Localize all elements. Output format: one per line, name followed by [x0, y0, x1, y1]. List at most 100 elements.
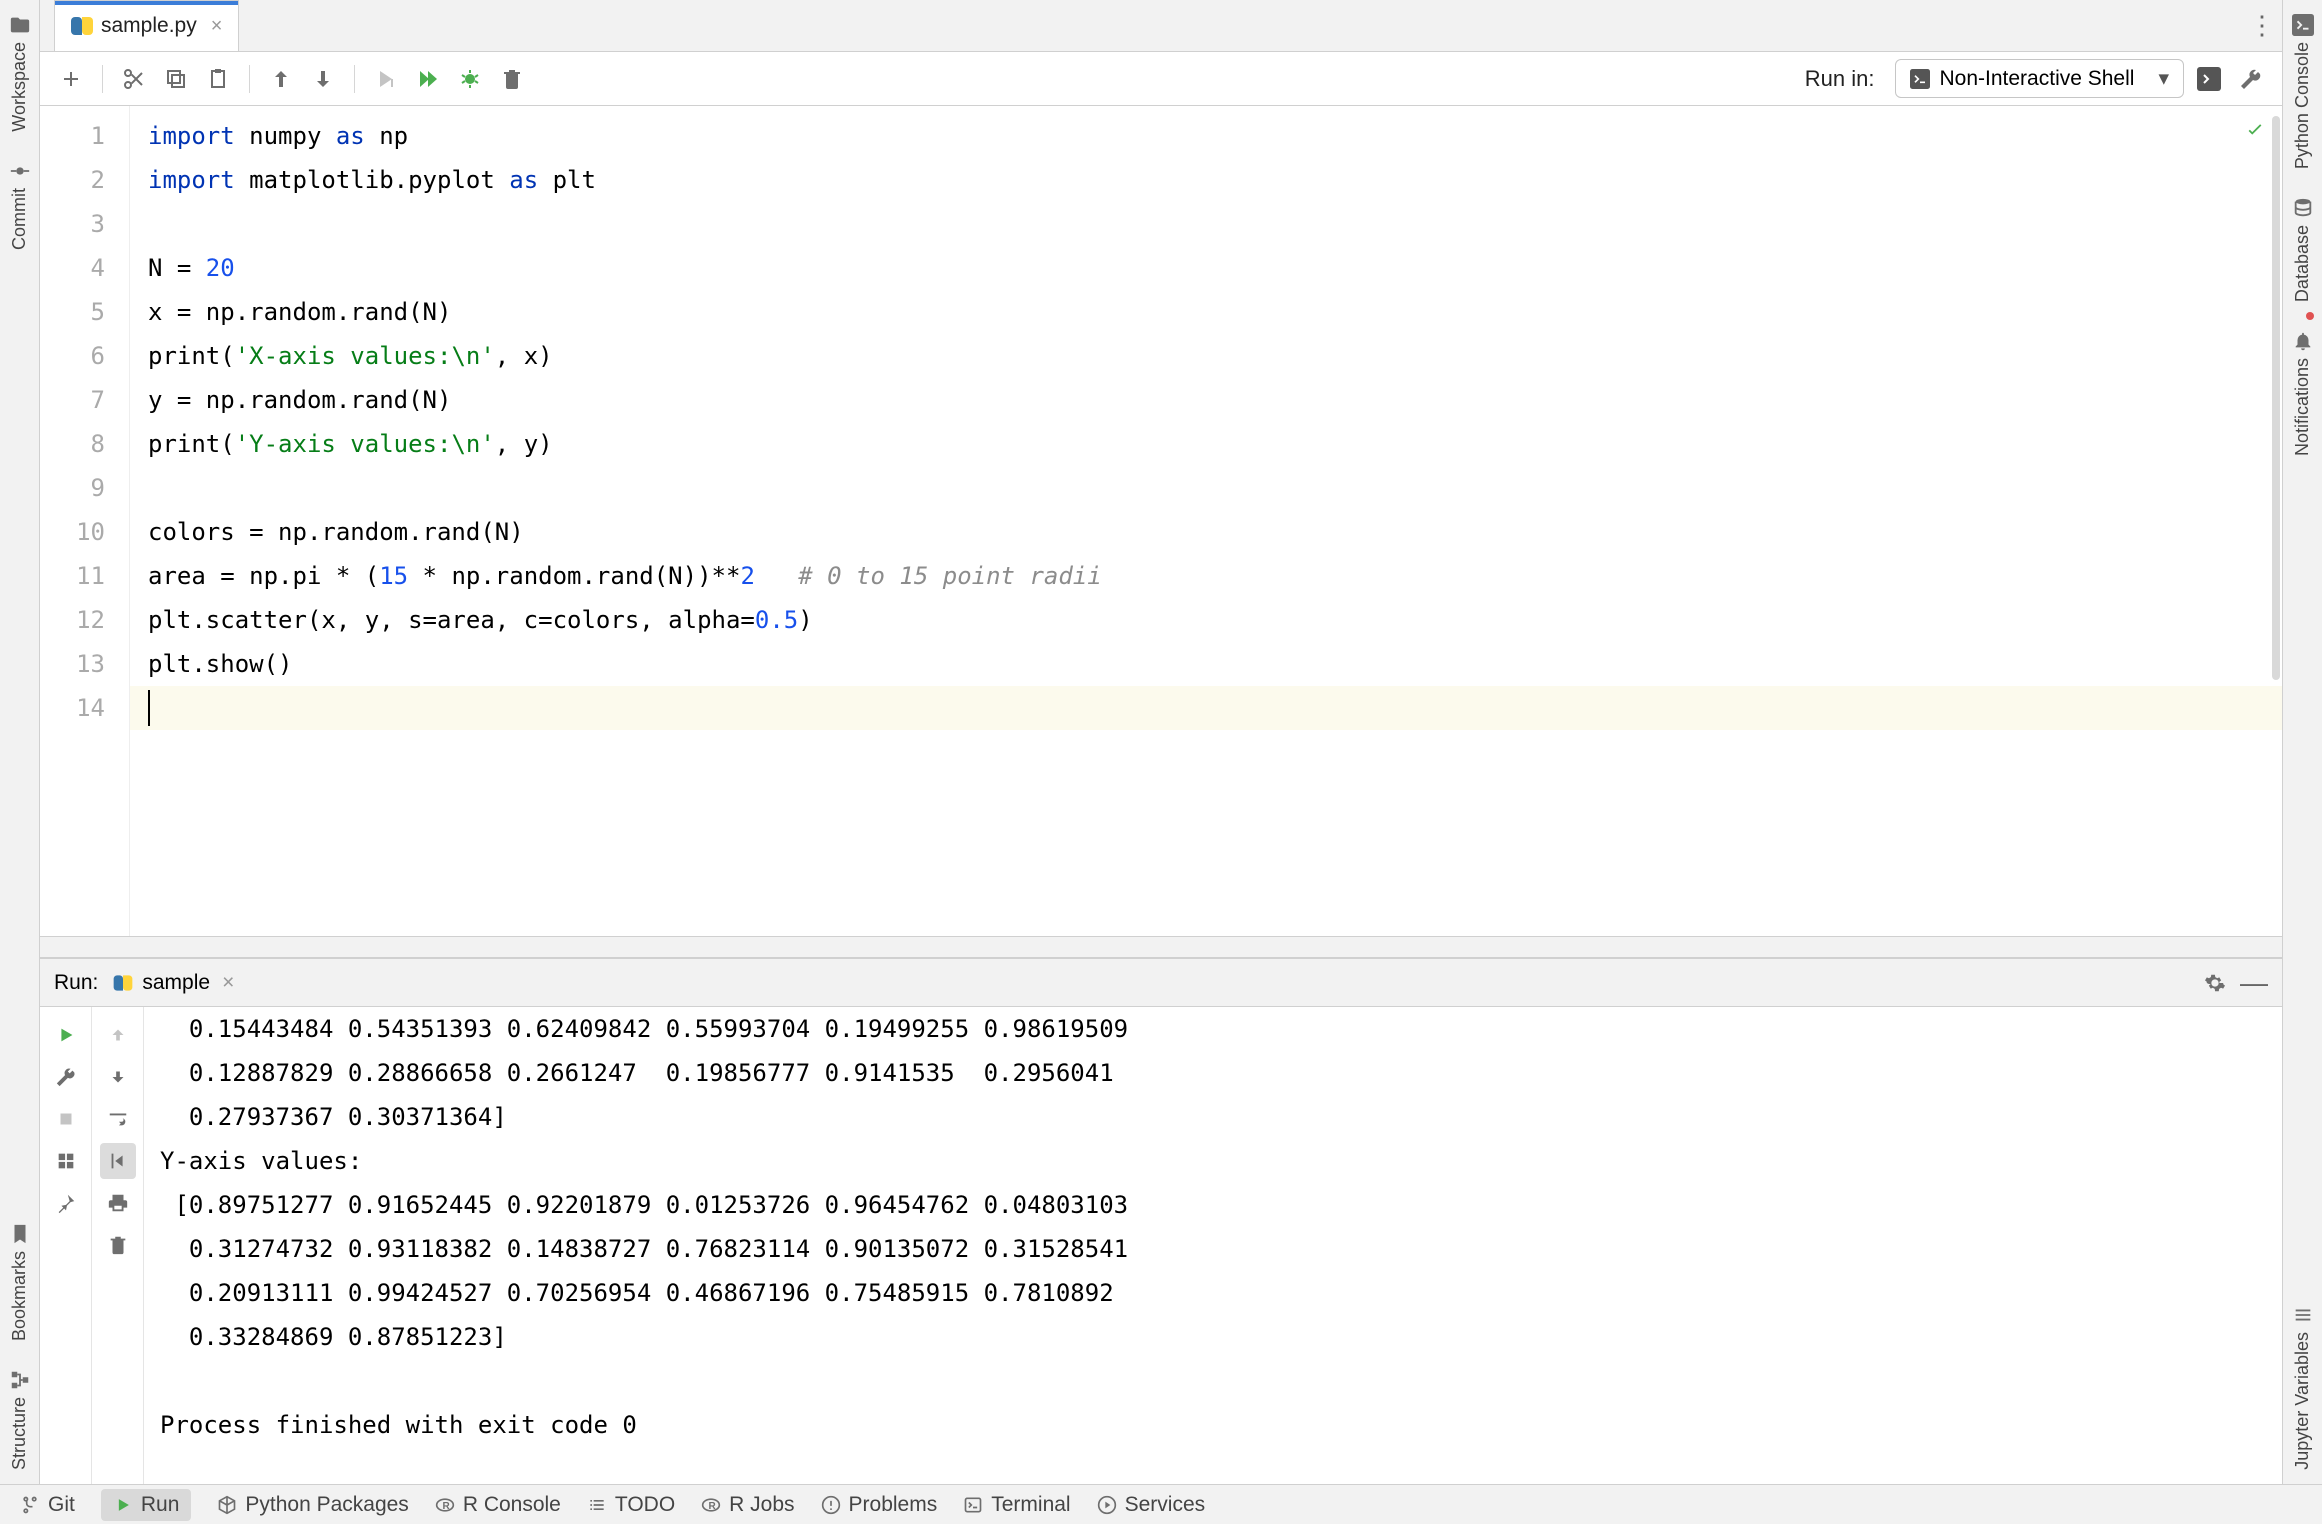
send-to-console-button[interactable] [2192, 62, 2226, 96]
minimize-run-tw-icon[interactable]: — [2240, 967, 2268, 999]
close-run-tab-icon[interactable]: × [222, 971, 234, 995]
code-area[interactable]: import numpy as np import matplotlib.pyp… [130, 106, 2282, 936]
play-circle-icon [1097, 1495, 1117, 1515]
delete-button[interactable] [495, 62, 529, 96]
run-cell-button[interactable] [369, 62, 403, 96]
console-output[interactable]: 0.15443484 0.54351393 0.62409842 0.55993… [144, 1007, 2282, 1484]
terminal-icon [963, 1495, 983, 1515]
prompt-icon [2292, 14, 2314, 36]
structure-icon [9, 1369, 31, 1391]
chevron-down-icon: ▾ [2158, 66, 2169, 91]
status-services[interactable]: Services [1097, 1493, 1206, 1517]
cut-button[interactable] [117, 62, 151, 96]
rerun-button[interactable] [48, 1017, 84, 1053]
status-bar: Git Run Python Packages R R Console TODO… [0, 1484, 2322, 1524]
bookmark-icon [9, 1223, 31, 1245]
move-down-button[interactable] [306, 62, 340, 96]
scroll-down-button[interactable] [100, 1059, 136, 1095]
notifications-label: Notifications [2292, 358, 2313, 456]
wrap-icon [107, 1108, 129, 1130]
copy-button[interactable] [159, 62, 193, 96]
wrench-icon [55, 1066, 77, 1088]
play-cursor-icon [374, 67, 398, 91]
close-tab-icon[interactable]: × [211, 15, 223, 38]
status-terminal[interactable]: Terminal [963, 1493, 1070, 1517]
database-tool[interactable]: Database [2292, 197, 2314, 302]
plus-icon [59, 67, 83, 91]
horizontal-splitter[interactable] [40, 936, 2282, 958]
layout-icon [55, 1150, 77, 1172]
arrow-down-icon [311, 67, 335, 91]
stop-icon [55, 1108, 77, 1130]
database-icon [2292, 197, 2314, 219]
editor-tab-strip: sample.py × ⋮ [40, 0, 2282, 52]
status-python-packages[interactable]: Python Packages [217, 1493, 408, 1517]
arrow-down-icon [107, 1066, 129, 1088]
status-problems[interactable]: Problems [821, 1493, 938, 1517]
database-label: Database [2292, 225, 2313, 302]
jupyter-vars-tool[interactable]: Jupyter Variables [2292, 1304, 2314, 1470]
gear-icon[interactable] [2204, 972, 2226, 994]
commit-label: Commit [9, 188, 30, 250]
print-button[interactable] [100, 1185, 136, 1221]
scissors-icon [122, 67, 146, 91]
scroll-to-end-button[interactable] [100, 1143, 136, 1179]
editor[interactable]: 1234567 891011121314 import numpy as np … [40, 106, 2282, 936]
move-up-button[interactable] [264, 62, 298, 96]
python-file-icon [114, 973, 133, 992]
run-tool-window: Run: sample × — [40, 958, 2282, 1484]
jupyter-vars-label: Jupyter Variables [2292, 1332, 2313, 1470]
tab-overflow-button[interactable]: ⋮ [2242, 0, 2282, 51]
commit-icon [9, 160, 31, 182]
debug-button[interactable] [453, 62, 487, 96]
package-icon [217, 1495, 237, 1515]
clear-button[interactable] [100, 1227, 136, 1263]
left-tool-rail: Workspace Commit Bookmarks Structure [0, 0, 40, 1484]
commit-tool[interactable]: Commit [9, 160, 31, 250]
pin-button[interactable] [48, 1185, 84, 1221]
printer-icon [107, 1192, 129, 1214]
branch-icon [20, 1495, 40, 1515]
structure-label: Structure [9, 1397, 30, 1470]
runner-combobox[interactable]: Non-Interactive Shell ▾ [1895, 59, 2184, 98]
trash-icon [107, 1234, 129, 1256]
tab-sample-py[interactable]: sample.py × [54, 0, 239, 51]
run-all-button[interactable] [411, 62, 445, 96]
status-git[interactable]: Git [20, 1493, 75, 1517]
wrench-icon [2239, 67, 2263, 91]
scroll-up-button[interactable] [100, 1017, 136, 1053]
run-tw-header: Run: sample × — [40, 959, 2282, 1007]
status-r-console[interactable]: R R Console [435, 1493, 561, 1517]
notification-dot-icon [2306, 312, 2314, 320]
status-r-jobs[interactable]: R R Jobs [701, 1493, 794, 1517]
bell-icon [2292, 330, 2314, 352]
settings-button[interactable] [2234, 62, 2268, 96]
run-config-tab[interactable]: sample × [112, 971, 234, 995]
python-console-tool[interactable]: Python Console [2292, 14, 2314, 169]
fix-button[interactable] [48, 1059, 84, 1095]
line-number-gutter: 1234567 891011121314 [40, 106, 130, 936]
python-file-icon [71, 15, 93, 37]
workspace-tool[interactable]: Workspace [9, 14, 31, 132]
run-tw-actions-col1 [40, 1007, 92, 1484]
clipboard-icon [206, 67, 230, 91]
new-chunk-button[interactable] [54, 62, 88, 96]
r-icon: R [701, 1495, 721, 1515]
layout-button[interactable] [48, 1143, 84, 1179]
structure-tool[interactable]: Structure [9, 1369, 31, 1470]
editor-toolbar: Run in: Non-Interactive Shell ▾ [40, 52, 2282, 106]
soft-wrap-button[interactable] [100, 1101, 136, 1137]
play-double-icon [416, 67, 440, 91]
runner-name: Non-Interactive Shell [1940, 67, 2135, 91]
arrow-up-icon [269, 67, 293, 91]
svg-text:R: R [442, 1501, 450, 1512]
play-icon [113, 1495, 133, 1515]
paste-button[interactable] [201, 62, 235, 96]
run-tw-actions-col2 [92, 1007, 144, 1484]
status-run[interactable]: Run [101, 1489, 192, 1521]
stop-button[interactable] [48, 1101, 84, 1137]
notifications-tool[interactable]: Notifications [2292, 330, 2314, 456]
status-todo[interactable]: TODO [587, 1493, 675, 1517]
bug-icon [458, 67, 482, 91]
bookmarks-tool[interactable]: Bookmarks [9, 1223, 31, 1341]
